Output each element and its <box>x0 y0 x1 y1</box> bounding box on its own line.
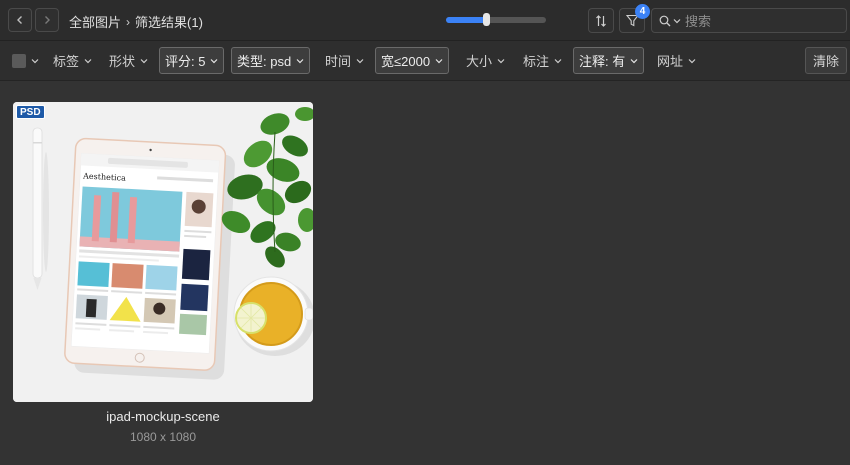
breadcrumb: 全部图片 › 筛选结果(1) <box>69 12 203 31</box>
top-toolbar: 全部图片 › 筛选结果(1) 4 搜索 <box>0 0 850 41</box>
filter-label: 注释: 有 <box>579 54 626 69</box>
filter-type[interactable]: 类型: psd <box>231 47 311 74</box>
filter-time[interactable]: 时间 <box>320 47 369 74</box>
file-name[interactable]: ipad-mockup-scene <box>13 409 313 424</box>
search-input[interactable]: 搜索 <box>685 11 711 30</box>
tablet-image: Aesthetica <box>64 137 235 380</box>
filter-label: 大小 <box>466 54 493 69</box>
filter-label: 类型: psd <box>237 54 292 69</box>
search-box[interactable]: 搜索 <box>651 8 847 33</box>
filter-width[interactable]: 宽≤2000 <box>375 47 450 74</box>
chevron-down-icon <box>554 58 562 63</box>
chevron-down-icon <box>84 58 92 63</box>
filter-annotation[interactable]: 标注 <box>518 47 567 74</box>
search-icon <box>659 15 671 26</box>
chevron-down-icon <box>630 58 638 63</box>
breadcrumb-root[interactable]: 全部图片 <box>69 12 121 31</box>
filter-label: 评分: 5 <box>165 54 206 69</box>
filter-label: 标注 <box>523 54 550 69</box>
file-type-badge: PSD <box>16 105 45 119</box>
filter-label: 形状 <box>109 54 136 69</box>
chevron-right-icon <box>45 16 50 24</box>
breadcrumb-current: 筛选结果(1) <box>135 15 203 30</box>
filter-label: 标签 <box>53 54 80 69</box>
file-dimensions: 1080 x 1080 <box>129 430 197 444</box>
chevron-down-icon <box>211 58 218 63</box>
sort-icon <box>596 14 606 27</box>
image-thumbnail[interactable]: Aesthetica PSD <box>13 102 313 402</box>
chevron-down-icon <box>31 58 39 63</box>
filter-size[interactable]: 大小 <box>461 47 510 74</box>
filter-shape[interactable]: 形状 <box>104 47 153 74</box>
zoom-slider-thumb[interactable] <box>483 13 490 26</box>
filter-url[interactable]: 网址 <box>652 47 701 74</box>
chevron-down-icon <box>688 58 696 63</box>
chevron-down-icon <box>497 58 505 63</box>
mockup-scene-image: Aesthetica <box>13 102 313 402</box>
chevron-down-icon[interactable] <box>673 17 681 25</box>
chevron-left-icon <box>17 16 22 24</box>
zoom-slider[interactable] <box>446 13 546 26</box>
filter-label: 宽≤2000 <box>381 54 431 69</box>
forward-button[interactable] <box>35 8 59 32</box>
select-all-dropdown[interactable] <box>7 47 44 74</box>
select-all-checkbox[interactable] <box>12 53 26 68</box>
filter-tags[interactable]: 标签 <box>48 47 97 74</box>
filter-comment[interactable]: 注释: 有 <box>573 47 645 74</box>
clear-filters-button[interactable]: 清除 <box>805 47 847 74</box>
sort-button[interactable] <box>588 8 614 33</box>
chevron-down-icon <box>356 58 364 63</box>
back-button[interactable] <box>8 8 32 32</box>
filter-label: 网址 <box>657 54 684 69</box>
breadcrumb-separator: › <box>126 14 131 29</box>
chevron-down-icon <box>435 58 443 63</box>
filter-bar: 标签 形状 评分: 5 类型: psd 时间 宽≤2000 大小 标注 注释: … <box>0 41 850 81</box>
filter-label: 时间 <box>325 54 352 69</box>
zoom-slider-fill <box>446 17 486 23</box>
filter-rating[interactable]: 评分: 5 <box>159 47 225 74</box>
filter-count-badge: 4 <box>635 4 650 19</box>
chevron-down-icon <box>140 58 148 63</box>
chevron-down-icon <box>296 58 304 63</box>
